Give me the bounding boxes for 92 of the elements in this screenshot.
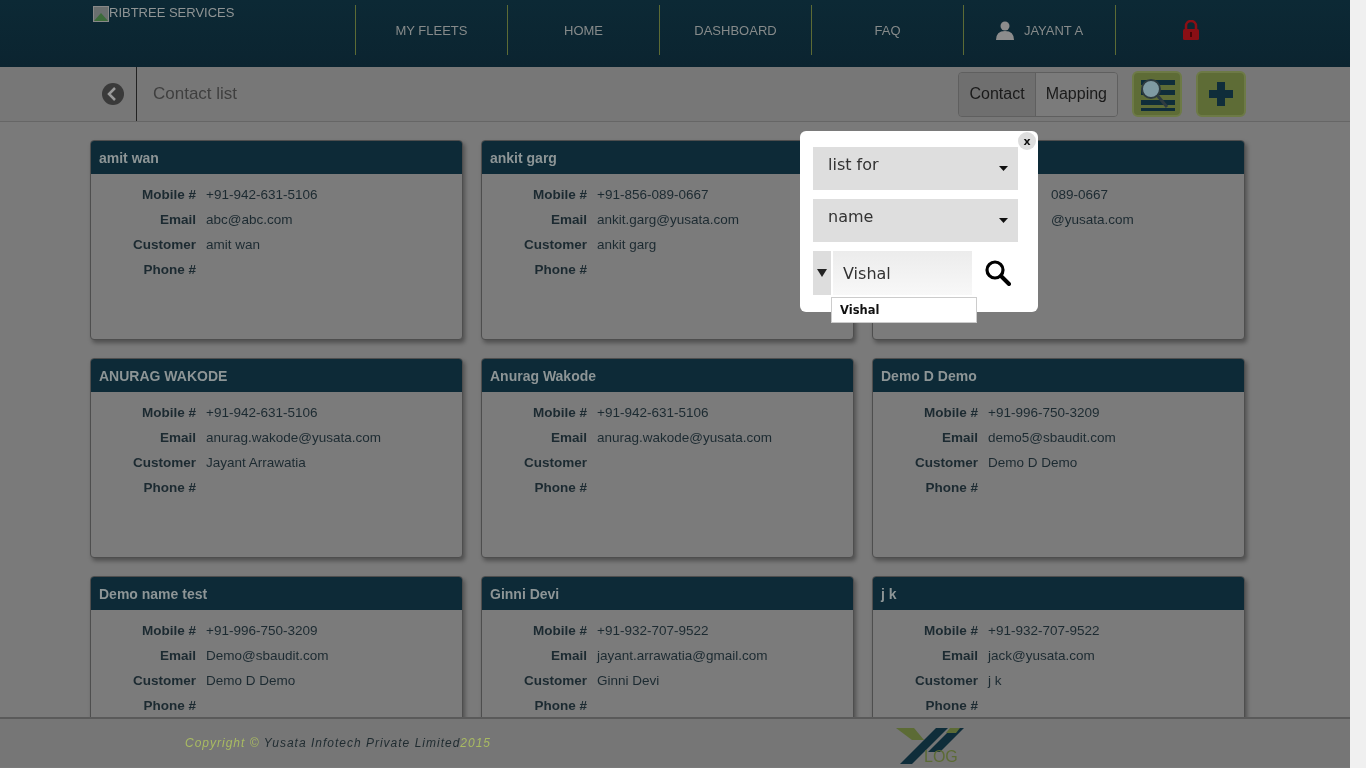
- field-label: Mobile #: [532, 187, 587, 202]
- contact-name: ankit garg: [490, 149, 557, 166]
- page-title: Contact list: [153, 84, 239, 104]
- field-value: +91-856-089-0667: [597, 187, 709, 202]
- field-label: Customer: [523, 673, 587, 688]
- contact-name: ANURAG WAKODE: [99, 367, 228, 384]
- field-value: 089-0667: [1051, 187, 1109, 202]
- nav-link[interactable]: HOME: [564, 22, 603, 38]
- field-label: Phone #: [924, 698, 978, 713]
- broken-image-icon: [93, 6, 109, 22]
- copyright-text: Copyright © Yusata Infotech Private Limited2015: [185, 736, 492, 750]
- field-label: Customer: [914, 673, 978, 688]
- plus-icon: [1207, 80, 1235, 108]
- contact-name: Anurag Wakode: [490, 367, 597, 384]
- field-value: +91-932-707-9522: [988, 623, 1100, 638]
- field-value: abc@abc.com: [206, 212, 293, 227]
- field-value: +91-996-750-3209: [206, 623, 318, 638]
- field-label: Customer: [914, 455, 978, 470]
- field-value: jayant.arrawatia@gmail.com: [597, 648, 768, 663]
- field-value: jack@yusata.com: [988, 648, 1095, 663]
- close-button[interactable]: x: [1018, 132, 1036, 150]
- field-label: Phone #: [533, 698, 587, 713]
- field-label: Email: [158, 648, 196, 663]
- field-value: amit wan: [206, 237, 261, 252]
- field-label: Customer: [132, 237, 196, 252]
- nav-link[interactable]: MY FLEETS: [395, 22, 468, 38]
- field-value: Demo@sbaudit.com: [206, 648, 329, 663]
- nav-link[interactable]: FAQ: [874, 22, 901, 38]
- scrollbar[interactable]: [1350, 0, 1366, 768]
- field-value: anurag.wakode@yusata.com: [597, 430, 773, 445]
- field-value: Demo D Demo: [206, 673, 296, 688]
- field-value: ankit garg: [597, 237, 657, 252]
- field-label: Mobile #: [141, 405, 196, 420]
- field-label: Email: [549, 212, 587, 227]
- user-menu[interactable]: JAYANT A: [995, 20, 1084, 40]
- field-label: Phone #: [142, 262, 196, 277]
- field-label: Phone #: [924, 480, 978, 495]
- field-label: Email: [940, 648, 978, 663]
- field-value: @yusata.com: [1051, 212, 1134, 227]
- select-field[interactable]: list for: [813, 147, 1018, 190]
- contact-name: j k: [881, 585, 897, 602]
- user-icon: [995, 20, 1014, 40]
- field-value: anurag.wakode@yusata.com: [206, 430, 382, 445]
- field-label: Phone #: [142, 480, 196, 495]
- field-label: Customer: [523, 237, 587, 252]
- field-value: Demo D Demo: [988, 455, 1078, 470]
- contact-name: Ginni Devi: [490, 585, 560, 602]
- search-input[interactable]: Vishal: [833, 251, 972, 295]
- contact-name: Demo D Demo: [881, 367, 977, 384]
- field-label: Phone #: [533, 480, 587, 495]
- field-value: j k: [988, 673, 1002, 688]
- field-label: Mobile #: [141, 187, 196, 202]
- contact-name: amit wan: [99, 149, 159, 166]
- add-button[interactable]: [1196, 71, 1246, 117]
- field-label: Mobile #: [923, 405, 978, 420]
- caret-icon: [817, 269, 827, 277]
- field-value: demo5@sbaudit.com: [988, 430, 1116, 445]
- field-label: Customer: [132, 673, 196, 688]
- field-label: Email: [158, 212, 196, 227]
- field-label: Mobile #: [923, 623, 978, 638]
- field-label: Customer: [523, 455, 587, 470]
- field-label: Email: [158, 430, 196, 445]
- field-value: ankit.garg@yusata.com: [597, 212, 740, 227]
- field-value: +91-996-750-3209: [988, 405, 1100, 420]
- field-label: Email: [549, 430, 587, 445]
- back-icon[interactable]: [100, 82, 125, 106]
- field-value: Jayant Arrawatia: [206, 455, 306, 470]
- tab[interactable]: Mapping: [1035, 72, 1117, 116]
- field-label: Email: [549, 648, 587, 663]
- field-value: +91-942-631-5106: [597, 405, 709, 420]
- dropdown-toggle[interactable]: [813, 251, 831, 295]
- tab[interactable]: Contact: [959, 72, 1036, 116]
- field-value: +91-942-631-5106: [206, 405, 318, 420]
- field-label: Mobile #: [532, 405, 587, 420]
- field-label: Mobile #: [532, 623, 587, 638]
- field-label: Email: [940, 430, 978, 445]
- nav-link[interactable]: DASHBOARD: [694, 22, 777, 38]
- search-icon[interactable]: [985, 260, 1011, 286]
- brand-name[interactable]: RIBTREE SERVICES: [109, 5, 235, 20]
- field-value: +91-942-631-5106: [206, 187, 318, 202]
- field-label: Phone #: [533, 262, 587, 277]
- field-label: Phone #: [142, 698, 196, 713]
- field-label: Mobile #: [141, 623, 196, 638]
- field-label: Customer: [132, 455, 196, 470]
- search-list-button[interactable]: [1132, 71, 1182, 117]
- caret-icon: [999, 166, 1008, 171]
- field-value: Ginni Devi: [597, 673, 660, 688]
- field-value: +91-932-707-9522: [597, 623, 709, 638]
- contact-name: Demo name test: [99, 585, 208, 602]
- select-field[interactable]: name: [813, 199, 1018, 242]
- caret-icon: [999, 218, 1008, 223]
- suggestion-item[interactable]: Vishal: [832, 298, 976, 322]
